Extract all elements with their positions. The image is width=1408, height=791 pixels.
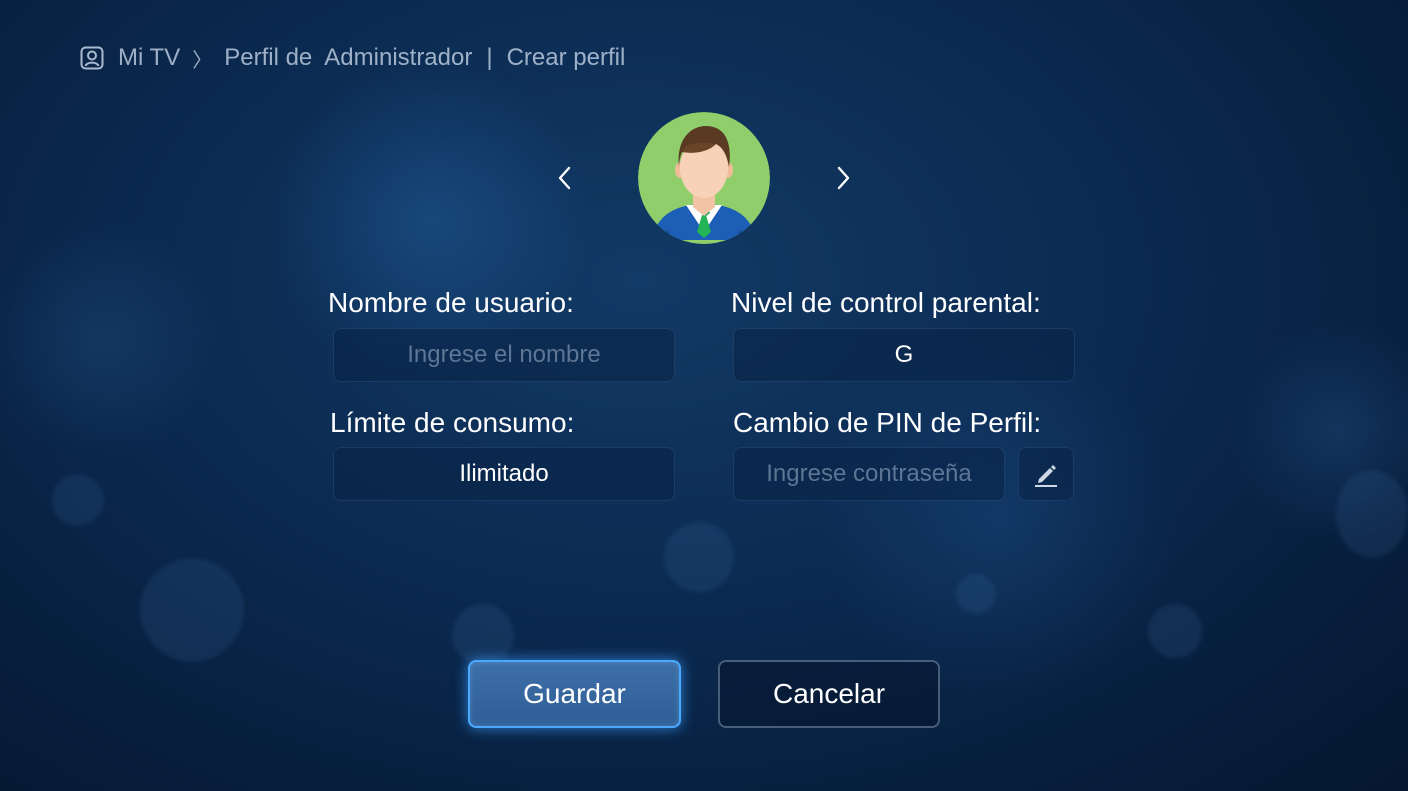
parental-control-label: Nivel de control parental: bbox=[731, 287, 1041, 318]
background-bokeh bbox=[1336, 470, 1408, 558]
breadcrumb-separator: | bbox=[486, 44, 493, 71]
username-field[interactable]: Ingrese el nombre bbox=[333, 328, 675, 382]
breadcrumb-section[interactable]: Perfil de Administrador bbox=[224, 44, 472, 72]
previous-avatar-button[interactable] bbox=[550, 163, 580, 193]
save-button[interactable]: Guardar bbox=[468, 660, 681, 728]
profile-pin-placeholder: Ingrese contraseña bbox=[766, 460, 972, 487]
user-profile-icon bbox=[80, 46, 104, 70]
pencil-icon bbox=[1035, 465, 1057, 487]
cancel-button-label: Cancelar bbox=[772, 678, 886, 709]
consumption-limit-value: Ilimitado bbox=[459, 460, 549, 487]
background-bokeh bbox=[664, 522, 734, 592]
parental-control-select[interactable]: G bbox=[733, 328, 1075, 382]
breadcrumb-current: Crear perfil bbox=[506, 44, 626, 71]
consumption-limit-select[interactable]: Ilimitado bbox=[333, 447, 675, 501]
edit-pin-button[interactable] bbox=[1018, 447, 1074, 501]
background-bokeh bbox=[1148, 604, 1202, 658]
consumption-limit-label: Límite de consumo: bbox=[330, 407, 575, 438]
breadcrumb-chevron-icon: 〉 bbox=[192, 49, 213, 72]
chevron-left-icon bbox=[558, 166, 571, 190]
profile-pin-label: Cambio de PIN de Perfil: bbox=[733, 407, 1042, 438]
businessman-avatar-icon bbox=[638, 112, 770, 244]
chevron-right-icon bbox=[837, 166, 850, 190]
breadcrumb-root[interactable]: Mi TV bbox=[118, 44, 180, 72]
profile-avatar[interactable] bbox=[638, 112, 770, 244]
parental-control-value: G bbox=[894, 341, 914, 368]
breadcrumb: Mi TV 〉 Perfil de Administrador | Crear … bbox=[80, 44, 625, 72]
profile-pin-field[interactable]: Ingrese contraseña bbox=[733, 447, 1005, 501]
save-button-label: Guardar bbox=[523, 678, 626, 709]
background-bokeh bbox=[452, 604, 514, 666]
background-bokeh bbox=[140, 558, 244, 662]
next-avatar-button[interactable] bbox=[828, 163, 858, 193]
background-bokeh bbox=[956, 574, 996, 614]
username-placeholder: Ingrese el nombre bbox=[407, 341, 601, 368]
cancel-button[interactable]: Cancelar bbox=[718, 660, 940, 728]
background-bokeh bbox=[52, 474, 104, 526]
username-label: Nombre de usuario: bbox=[328, 287, 574, 318]
